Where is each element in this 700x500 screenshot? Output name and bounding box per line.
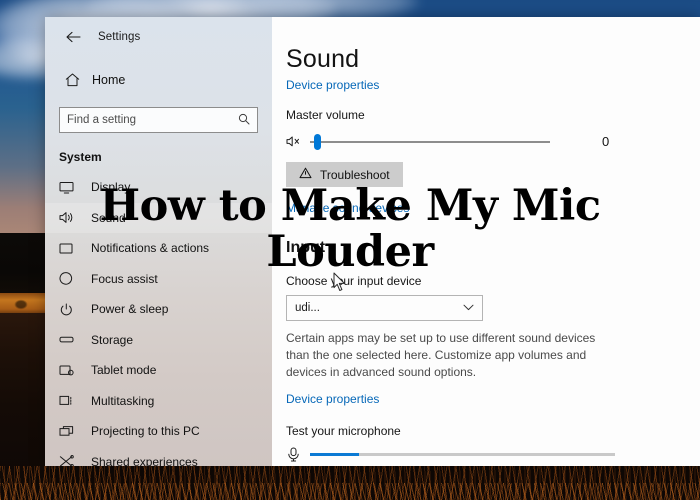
window-titlebar: Settings [45, 17, 272, 57]
sidebar-item-storage[interactable]: Storage [45, 325, 272, 356]
overlay-headline-line1: How to Make My Mic [99, 181, 601, 231]
sidebar-item-power-sleep[interactable]: Power & sleep [45, 294, 272, 325]
overlay-headline-line2: Louder [266, 227, 434, 278]
sidebar-item-home[interactable]: Home [45, 65, 272, 95]
speaker-muted-icon[interactable] [286, 135, 310, 148]
search-input-value: Find a setting [67, 114, 137, 126]
input-device-dropdown[interactable]: udi... [286, 295, 483, 321]
master-volume-slider-row: 0 [286, 133, 700, 150]
warning-triangle-icon [299, 167, 312, 182]
microphone-icon [286, 447, 310, 462]
microphone-level-meter [310, 453, 615, 457]
wallpaper-grass-foreground [0, 483, 700, 500]
sidebar-item-label: Projecting to this PC [91, 424, 200, 439]
slider-thumb[interactable] [314, 133, 321, 150]
master-volume-value: 0 [602, 134, 610, 149]
master-volume-label: Master volume [286, 108, 365, 122]
output-troubleshoot-label: Troubleshoot [320, 167, 390, 182]
window-title: Settings [98, 31, 141, 43]
sidebar-home-label: Home [92, 73, 126, 87]
tablet-icon [59, 364, 83, 377]
input-device-value: udi... [295, 302, 320, 314]
sidebar-section-heading: System [59, 150, 102, 164]
master-volume-slider[interactable] [310, 133, 550, 150]
sidebar-item-tablet-mode[interactable]: Tablet mode [45, 355, 272, 386]
storage-icon [59, 333, 83, 346]
input-device-note: Certain apps may be set up to use differ… [286, 331, 596, 380]
sidebar-item-projecting[interactable]: Projecting to this PC [45, 416, 272, 447]
test-microphone-label: Test your microphone [286, 424, 401, 439]
share-icon [59, 455, 83, 466]
chevron-down-icon [463, 303, 474, 313]
back-arrow-icon[interactable] [58, 24, 88, 50]
sidebar-item-label: Tablet mode [91, 363, 157, 378]
sidebar-item-multitasking[interactable]: Multitasking [45, 386, 272, 417]
output-device-properties-link[interactable]: Device properties [286, 78, 379, 92]
multitasking-icon [59, 394, 83, 407]
sidebar-item-shared-experiences[interactable]: Shared experiences [45, 447, 272, 466]
microphone-level-fill [310, 453, 359, 457]
sidebar-item-label: Multitasking [91, 393, 155, 408]
sidebar-item-label: Storage [91, 332, 134, 347]
overlay-headline: How to Make My Mic Louder [0, 183, 700, 276]
projection-icon [59, 425, 83, 438]
microphone-level-row [286, 447, 700, 462]
sidebar-item-label: Shared experiences [91, 454, 198, 466]
input-device-properties-link[interactable]: Device properties [286, 392, 379, 406]
search-input[interactable]: Find a setting [59, 107, 258, 133]
sidebar-item-label: Power & sleep [91, 302, 169, 317]
search-icon [238, 113, 250, 128]
home-icon [58, 73, 86, 87]
page-title: Sound [286, 45, 360, 73]
power-icon [59, 303, 83, 316]
